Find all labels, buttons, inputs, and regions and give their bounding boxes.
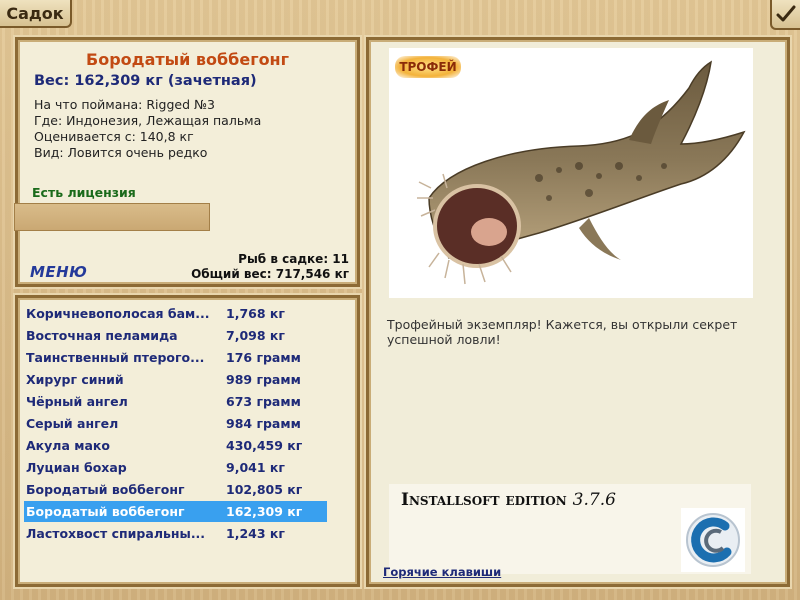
edition-version: 3.7.6	[572, 490, 616, 510]
catch-location: Где: Индонезия, Лежащая пальма	[34, 113, 262, 128]
catch-fish-name: Бородатый воббегонг	[86, 50, 289, 69]
trophy-message: Трофейный экземпляр! Кажется, вы открыли…	[387, 317, 738, 347]
catch-rarity: Вид: Ловится очень редко	[34, 145, 208, 160]
fish-row-name: Чёрный ангел	[26, 394, 128, 409]
wobbegong-image	[417, 60, 746, 285]
fish-list-panel: Коричневополосая бам... 1,768 кг Восточная…	[15, 295, 360, 587]
catch-weight: Вес: 162,309 кг (зачетная)	[34, 73, 257, 89]
fish-row-name: Луциан бохар	[26, 460, 127, 475]
fish-list-row[interactable]: Чёрный ангел 673 грамм	[24, 391, 327, 412]
hotkeys-link[interactable]: Горячие клавиши	[383, 565, 501, 579]
edition-name: Installsoft edition	[401, 490, 567, 510]
fish-row-weight: 7,098 кг	[226, 328, 285, 343]
fish-row-name: Акула мако	[26, 438, 110, 453]
license-status: Есть лицензия	[32, 185, 136, 200]
fish-row-weight: 176 грамм	[226, 350, 301, 365]
fish-row-weight: 989 грамм	[226, 372, 301, 387]
preview-panel: ТРОФЕЙ Трофейный экземпляр! Кажется, вы …	[366, 37, 790, 587]
edition-title: Installsoft edition 3.7.6	[401, 490, 616, 510]
installsoft-logo-icon	[681, 508, 745, 572]
confirm-button[interactable]	[770, 0, 800, 30]
fish-row-name: Серый ангел	[26, 416, 119, 431]
keepnet-summary: Рыб в садке: 11 Общий вес: 717,546 кг	[191, 252, 349, 282]
fish-row-name: Хирург синий	[26, 372, 124, 387]
fish-row-weight: 162,309 кг	[226, 504, 303, 519]
fish-row-name: Ластохвост спиральны...	[26, 526, 206, 541]
fish-list-row[interactable]: Хирург синий 989 грамм	[24, 369, 327, 390]
fish-list-row-selected[interactable]: Бородатый воббегонг 162,309 кг	[24, 501, 327, 522]
fish-list-row[interactable]: Луциан бохар 9,041 кг	[24, 457, 327, 478]
fish-list-row[interactable]: Серый ангел 984 грамм	[24, 413, 327, 434]
fish-row-weight: 673 грамм	[226, 394, 301, 409]
fish-row-name: Коричневополосая бам...	[26, 306, 210, 321]
fish-row-name: Таинственный птерого...	[26, 350, 205, 365]
wood-divider	[14, 203, 210, 231]
fish-row-weight: 984 грамм	[226, 416, 301, 431]
total-weight: Общий вес: 717,546 кг	[191, 267, 349, 281]
catch-bait: На что поймана: Rigged №3	[34, 97, 215, 112]
edition-banner: Installsoft edition 3.7.6	[389, 484, 751, 574]
fish-photo: ТРОФЕЙ	[389, 48, 753, 298]
checkmark-icon	[776, 5, 796, 22]
fish-row-weight: 102,805 кг	[226, 482, 303, 497]
fish-list-row[interactable]: Таинственный птерого... 176 грамм	[24, 347, 327, 368]
title-bar: Садок	[0, 0, 800, 32]
fish-list-row[interactable]: Ластохвост спиральны... 1,243 кг	[24, 523, 327, 544]
fish-list-row[interactable]: Акула мако 430,459 кг	[24, 435, 327, 456]
fish-list-row[interactable]: Восточная пеламида 7,098 кг	[24, 325, 327, 346]
fish-row-name: Бородатый воббегонг	[26, 504, 185, 519]
fish-list-row[interactable]: Бородатый воббегонг 102,805 кг	[24, 479, 327, 500]
catch-info-panel: Бородатый воббегонг Вес: 162,309 кг (зач…	[14, 37, 360, 287]
fish-list-row[interactable]: Коричневополосая бам... 1,768 кг	[24, 303, 327, 324]
fish-row-weight: 430,459 кг	[226, 438, 303, 453]
trophy-badge: ТРОФЕЙ	[395, 56, 461, 78]
menu-button[interactable]: МЕНЮ	[30, 263, 87, 281]
fish-row-weight: 1,768 кг	[226, 306, 285, 321]
catch-value: Оценивается с: 140,8 кг	[34, 129, 194, 144]
fish-row-weight: 1,243 кг	[226, 526, 285, 541]
fish-row-name: Бородатый воббегонг	[26, 482, 185, 497]
window-title: Садок	[0, 0, 72, 28]
fish-row-weight: 9,041 кг	[226, 460, 285, 475]
fish-count: Рыб в садке: 11	[238, 252, 349, 266]
fish-row-name: Восточная пеламида	[26, 328, 178, 343]
